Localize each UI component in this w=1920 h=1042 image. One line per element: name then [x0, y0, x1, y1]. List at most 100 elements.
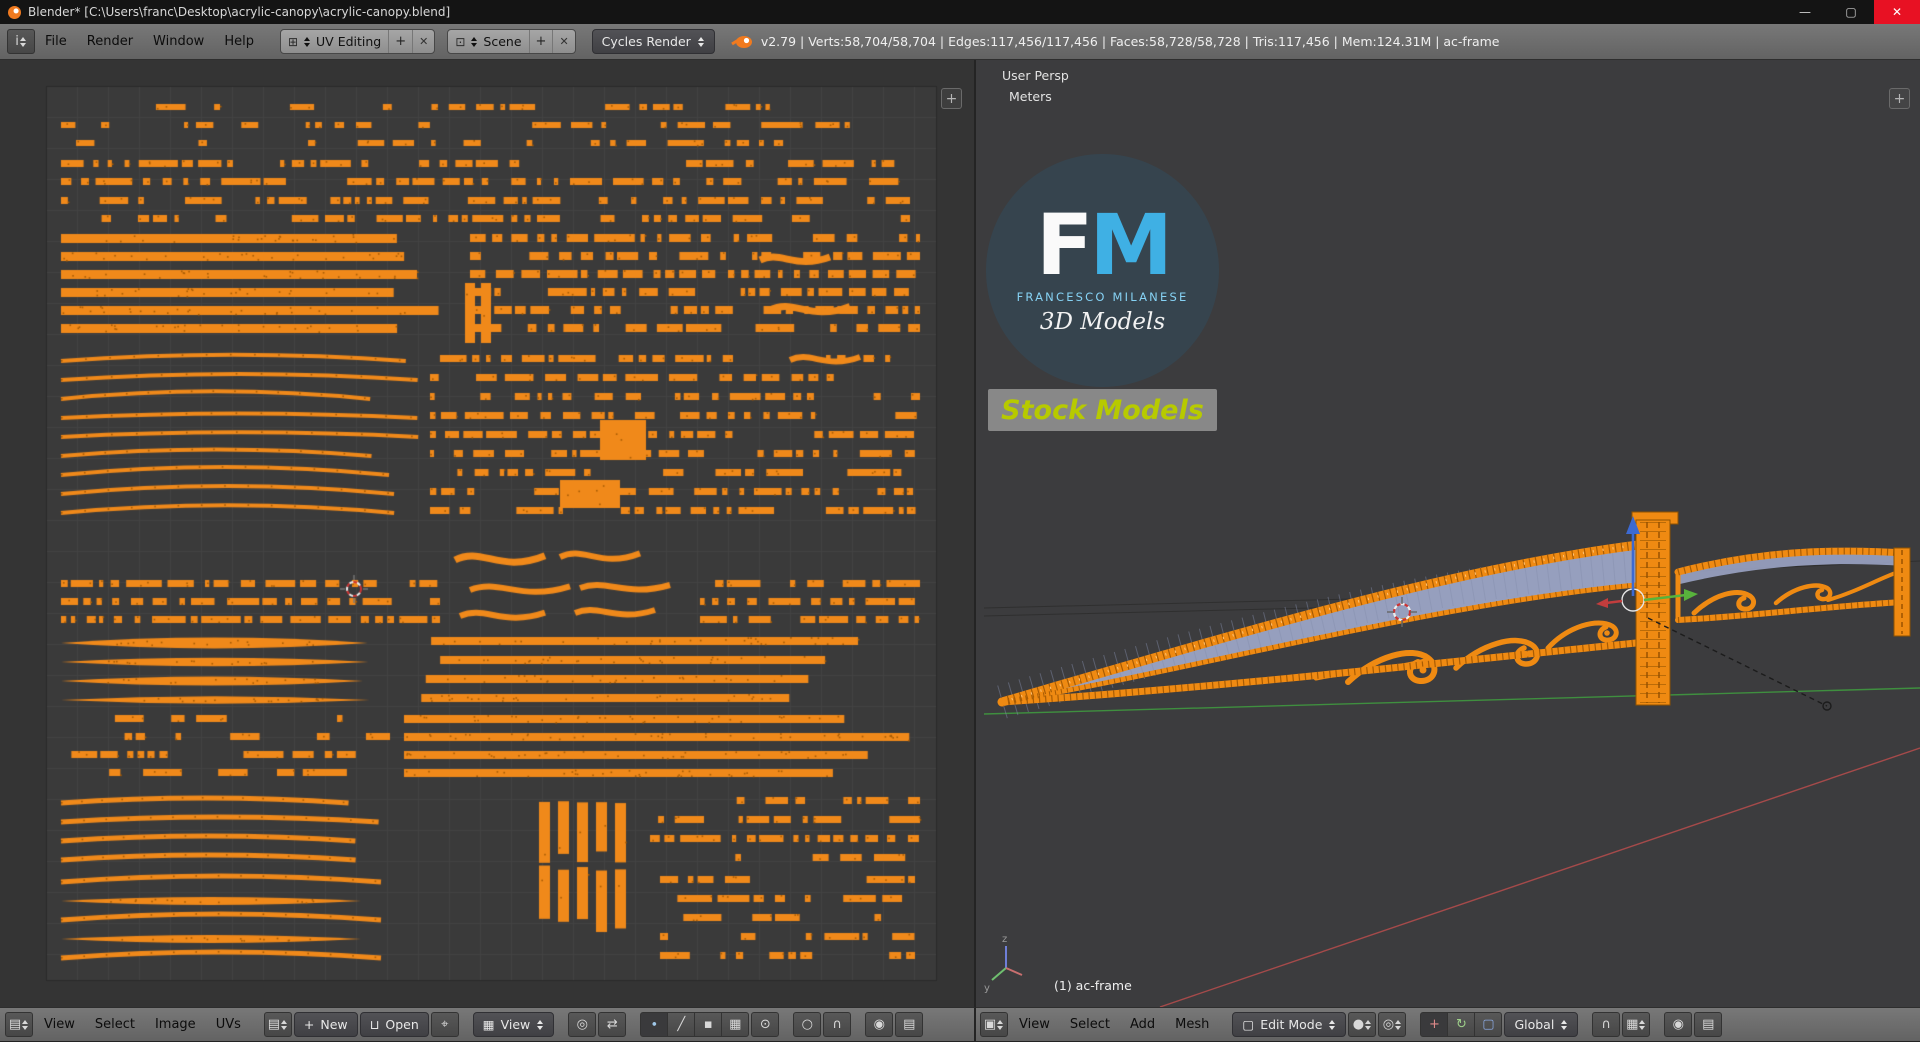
- select-mode-edge[interactable]: ╱: [667, 1012, 696, 1037]
- editor-type-image-button[interactable]: ▤: [5, 1012, 33, 1037]
- sync-icon: ⇄: [606, 1017, 618, 1032]
- select-mode-vertex[interactable]: ∙: [640, 1012, 669, 1037]
- editor-type-info-button[interactable]: i: [7, 29, 35, 54]
- minimize-button[interactable]: —: [1782, 0, 1828, 24]
- scene-statistics: v2.79 | Verts:58,704/58,704 | Edges:117,…: [760, 34, 1500, 49]
- dropdown-arrows-icon: [1365, 1019, 1372, 1030]
- browse-image-icon: ▤: [267, 1017, 281, 1032]
- edge-mode-icon: ╱: [677, 1017, 686, 1032]
- pin-toggle[interactable]: ⌖: [430, 1012, 459, 1037]
- uv-image-editor[interactable]: +: [0, 60, 976, 1007]
- translate-icon: +: [1428, 1017, 1440, 1032]
- scene-add-button[interactable]: +: [528, 30, 553, 53]
- viewport-shading-dropdown[interactable]: ●: [1348, 1012, 1377, 1037]
- transform-orientation-dropdown[interactable]: Global: [1504, 1012, 1579, 1037]
- menu-window[interactable]: Window: [143, 24, 214, 59]
- menu-file[interactable]: File: [35, 24, 77, 59]
- info-header: i File Render Window Help ⊞ UV Editing +…: [0, 24, 1920, 60]
- view3d-editor-icon: ▣: [983, 1017, 997, 1032]
- x-arrow[interactable]: [1605, 599, 1623, 605]
- scene-delete-button[interactable]: ✕: [552, 30, 574, 53]
- dropdown-arrows-icon: [1329, 1019, 1336, 1030]
- proportional-edit-dropdown[interactable]: ○: [793, 1012, 822, 1037]
- new-button-label: New: [320, 1017, 348, 1032]
- ogl-anim-icon: ▤: [1702, 1017, 1715, 1032]
- draw-other-icon: ▤: [903, 1017, 916, 1032]
- sticky-select-dropdown[interactable]: ⊙: [751, 1012, 780, 1037]
- editor-type-3dview-button[interactable]: ▣: [980, 1012, 1008, 1037]
- v3d-menu-view[interactable]: View: [1010, 1008, 1059, 1042]
- fm-logo-subtitle: 3D Models: [1039, 308, 1166, 335]
- proportional-icon: ○: [801, 1017, 813, 1032]
- select-mode-island[interactable]: ▦: [721, 1012, 750, 1037]
- active-object-overlay: (1) ac-frame: [1054, 978, 1132, 993]
- v3d-menu-select[interactable]: Select: [1061, 1008, 1119, 1042]
- menu-help[interactable]: Help: [214, 24, 264, 59]
- maximize-button[interactable]: ▢: [1828, 0, 1874, 24]
- opengl-render-anim-button[interactable]: ▤: [1694, 1012, 1723, 1037]
- display-label: View: [500, 1017, 531, 1032]
- scene-selector[interactable]: ⊡ Scene + ✕: [447, 29, 576, 54]
- mini-axis-gizmo: z y: [984, 934, 1023, 994]
- viewport-header: ▣ View Select Add Mesh ▢ Edit Mode ● ◎ +…: [976, 1007, 1920, 1041]
- blender-window: Blender* [C:\Users\franc\Desktop\acrylic…: [0, 0, 1920, 1041]
- uv-sync-toggle[interactable]: ⇄: [598, 1012, 627, 1037]
- x-arrow-head[interactable]: [1596, 598, 1608, 608]
- manipulator-translate[interactable]: +: [1420, 1012, 1449, 1037]
- dropdown-arrows-icon: [304, 36, 311, 47]
- uv-menu-uvs[interactable]: UVs: [207, 1008, 250, 1042]
- y-arrow-head[interactable]: [1684, 589, 1698, 601]
- uv-menu-view[interactable]: View: [35, 1008, 84, 1042]
- pivot-dropdown[interactable]: ◎: [568, 1012, 597, 1037]
- layout-delete-button[interactable]: ✕: [412, 30, 434, 53]
- region-add-icon[interactable]: +: [1889, 88, 1910, 109]
- fm-logo-name: FRANCESCO MILANESE: [1016, 289, 1189, 304]
- uv-snap-toggle[interactable]: ∩: [823, 1012, 852, 1037]
- opengl-render-button[interactable]: ◉: [1664, 1012, 1693, 1037]
- dropdown-arrows-icon: [1561, 1019, 1568, 1030]
- manipulator-scale[interactable]: ▢: [1474, 1012, 1503, 1037]
- face-mode-icon: ▪: [703, 1017, 713, 1032]
- v3d-menu-add[interactable]: Add: [1121, 1008, 1164, 1042]
- layout-add-button[interactable]: +: [388, 30, 412, 53]
- snap-toggle[interactable]: ∩: [1592, 1012, 1621, 1037]
- uv-render-button[interactable]: ◉: [865, 1012, 894, 1037]
- select-mode-face[interactable]: ▪: [694, 1012, 723, 1037]
- image-open-button[interactable]: ⊔ Open: [359, 1012, 429, 1037]
- mode-label: Edit Mode: [1260, 1017, 1323, 1032]
- sticky-icon: ⊙: [759, 1017, 771, 1032]
- v3d-menu-mesh[interactable]: Mesh: [1166, 1008, 1218, 1042]
- open-button-label: Open: [385, 1017, 419, 1032]
- screen-layout-selector[interactable]: ⊞ UV Editing + ✕: [279, 29, 436, 54]
- rotate-icon: ↻: [1455, 1017, 1467, 1032]
- viewport-3d[interactable]: z y User Persp Meters FM FRANCESCO MILAN…: [976, 60, 1920, 1007]
- snap-element-icon: ▦: [1626, 1017, 1639, 1032]
- menu-render[interactable]: Render: [77, 24, 143, 59]
- uv-select-mode-group: ∙ ╱ ▪ ▦: [640, 1012, 750, 1037]
- region-add-icon[interactable]: +: [941, 88, 962, 109]
- display-channels-dropdown[interactable]: ▦ View: [472, 1012, 555, 1037]
- mode-cube-icon: ▢: [1242, 1017, 1255, 1032]
- render-icon: ◉: [873, 1017, 885, 1032]
- pivot-icon: ◎: [576, 1017, 588, 1032]
- uv-menu-image[interactable]: Image: [146, 1008, 205, 1042]
- mode-dropdown[interactable]: ▢ Edit Mode: [1232, 1012, 1347, 1037]
- engine-value: Cycles Render: [601, 34, 691, 49]
- close-button[interactable]: ✕: [1874, 0, 1920, 24]
- window-controls: — ▢ ✕: [1782, 0, 1920, 24]
- uv-canvas[interactable]: [0, 60, 974, 1007]
- folder-icon: ⊔: [369, 1017, 380, 1032]
- fm-logo: FM FRANCESCO MILANESE 3D Models: [986, 154, 1219, 387]
- layout-value: UV Editing: [316, 34, 382, 49]
- uv-menu-select[interactable]: Select: [86, 1008, 144, 1042]
- image-browse-button[interactable]: ▤: [263, 1012, 292, 1037]
- render-engine-selector[interactable]: Cycles Render: [591, 29, 715, 54]
- image-new-button[interactable]: + New: [293, 1012, 358, 1037]
- snap-element-dropdown[interactable]: ▦: [1622, 1012, 1651, 1037]
- uv-editor-header: ▤ View Select Image UVs ▤ + New ⊔ Open ⌖: [0, 1007, 976, 1041]
- uv-draw-other-button[interactable]: ▤: [895, 1012, 924, 1037]
- manipulator-rotate[interactable]: ↻: [1447, 1012, 1476, 1037]
- dropdown-arrows-icon: [19, 36, 26, 47]
- pivot-point-dropdown[interactable]: ◎: [1378, 1012, 1407, 1037]
- frame-tip: [998, 698, 1006, 706]
